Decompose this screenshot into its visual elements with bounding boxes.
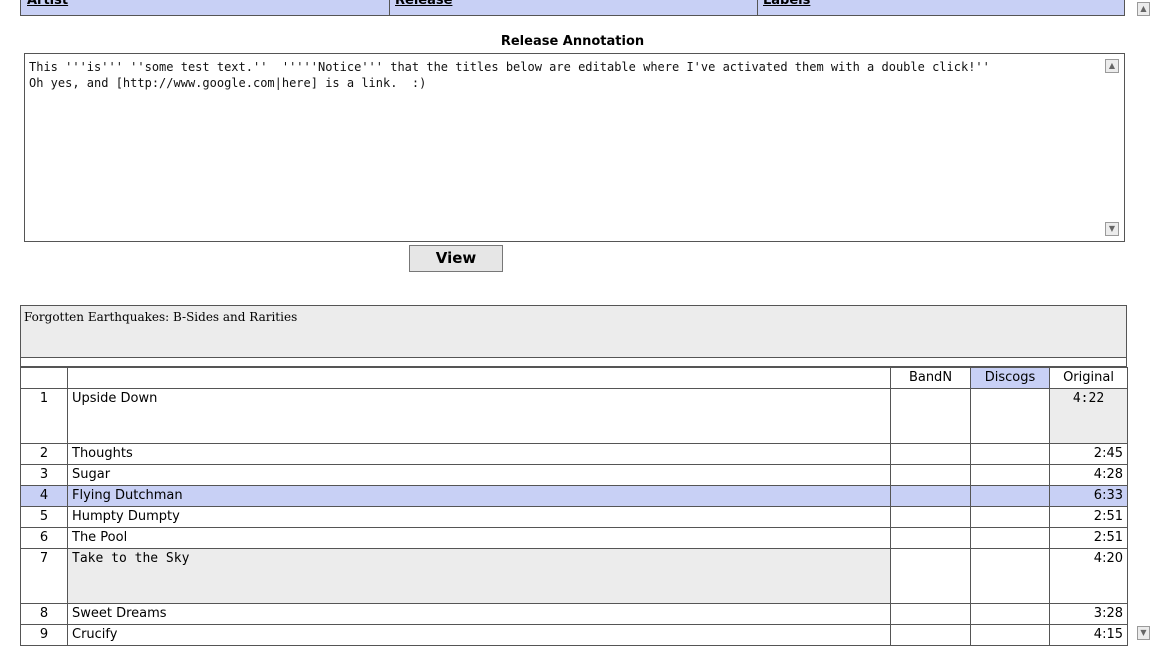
table-row[interactable]: 1 Upside Down 4:22 [20, 388, 1128, 444]
track-length[interactable]: 4:15 [1049, 624, 1128, 646]
table-header-row: BandN Discogs Original [20, 367, 1128, 389]
track-title[interactable]: Upside Down [67, 388, 891, 444]
table-row-selected[interactable]: 4 Flying Dutchman 6:33 [20, 485, 1128, 507]
scroll-down-icon[interactable]: ▼ [1105, 222, 1119, 236]
table-row[interactable]: 3 Sugar 4:28 [20, 464, 1128, 486]
track-title[interactable]: Thoughts [67, 443, 891, 465]
col-original[interactable]: Original [1049, 367, 1128, 389]
discogs-cell [970, 485, 1050, 507]
table-row[interactable]: 9 Crucify 4:15 [20, 624, 1128, 646]
discogs-cell [970, 388, 1050, 444]
table-row[interactable]: 7 Take to the Sky 4:20 [20, 548, 1128, 604]
annotation-textarea[interactable]: This '''is''' ''some test text.'' '''''N… [24, 53, 1125, 242]
bandn-cell [890, 548, 971, 604]
bandn-cell [890, 464, 971, 486]
track-number: 7 [20, 548, 68, 604]
table-row[interactable]: 6 The Pool 2:51 [20, 527, 1128, 549]
annotation-text[interactable]: This '''is''' ''some test text.'' '''''N… [29, 59, 1099, 91]
tab-divider [389, 0, 390, 15]
release-title-box[interactable]: Forgotten Earthquakes: B-Sides and Rarit… [20, 305, 1127, 358]
col-discogs[interactable]: Discogs [970, 367, 1050, 389]
bandn-cell [890, 485, 971, 507]
scroll-up-icon[interactable]: ▲ [1105, 59, 1119, 73]
bandn-cell [890, 443, 971, 465]
track-length[interactable]: 2:51 [1049, 527, 1128, 549]
annotation-scrollbar[interactable]: ▲ ▼ [1105, 57, 1121, 238]
bandn-cell [890, 527, 971, 549]
table-row[interactable]: 2 Thoughts 2:45 [20, 443, 1128, 465]
tracklist-table: BandN Discogs Original 1 Upside Down 4:2… [20, 367, 1128, 646]
bandn-cell [890, 388, 971, 444]
discogs-cell [970, 603, 1050, 625]
track-number: 5 [20, 506, 68, 528]
view-button[interactable]: View [409, 245, 503, 272]
discogs-cell [970, 464, 1050, 486]
col-number [20, 367, 68, 389]
table-row[interactable]: 5 Humpty Dumpty 2:51 [20, 506, 1128, 528]
track-number: 3 [20, 464, 68, 486]
col-bandn[interactable]: BandN [890, 367, 971, 389]
track-title[interactable]: The Pool [67, 527, 891, 549]
track-length[interactable]: 2:45 [1049, 443, 1128, 465]
track-number: 6 [20, 527, 68, 549]
track-length[interactable]: 3:28 [1049, 603, 1128, 625]
header-tabs: Artist Release Labels [20, 0, 1125, 16]
scroll-down-icon[interactable]: ▼ [1137, 626, 1150, 640]
track-length[interactable]: 6:33 [1049, 485, 1128, 507]
col-title [67, 367, 891, 389]
release-title[interactable]: Forgotten Earthquakes: B-Sides and Rarit… [24, 310, 297, 324]
track-length[interactable]: 2:51 [1049, 506, 1128, 528]
bandn-cell [890, 624, 971, 646]
tab-artist[interactable]: Artist [27, 0, 68, 15]
bandn-cell [890, 603, 971, 625]
bandn-cell [890, 506, 971, 528]
track-title[interactable]: Sugar [67, 464, 891, 486]
track-title[interactable]: Sweet Dreams [67, 603, 891, 625]
section-divider [20, 358, 1127, 367]
track-number: 4 [20, 485, 68, 507]
discogs-cell [970, 624, 1050, 646]
track-title[interactable]: Humpty Dumpty [67, 506, 891, 528]
discogs-cell [970, 548, 1050, 604]
track-length[interactable]: 4:28 [1049, 464, 1128, 486]
discogs-cell [970, 527, 1050, 549]
track-number: 2 [20, 443, 68, 465]
annotation-heading: Release Annotation [500, 34, 645, 49]
table-row[interactable]: 8 Sweet Dreams 3:28 [20, 603, 1128, 625]
track-number: 8 [20, 603, 68, 625]
page-scrollbar[interactable]: ▲ ▼ [1135, 0, 1152, 642]
track-title-editable[interactable]: Take to the Sky [67, 548, 891, 604]
scroll-up-icon[interactable]: ▲ [1137, 2, 1150, 16]
tab-release[interactable]: Release [395, 0, 452, 15]
discogs-cell [970, 443, 1050, 465]
track-number: 1 [20, 388, 68, 444]
track-length[interactable]: 4:20 [1049, 548, 1128, 604]
track-length-editable[interactable]: 4:22 [1049, 388, 1128, 444]
track-title[interactable]: Flying Dutchman [67, 485, 891, 507]
tab-labels[interactable]: Labels [763, 0, 810, 15]
track-number: 9 [20, 624, 68, 646]
track-title[interactable]: Crucify [67, 624, 891, 646]
discogs-cell [970, 506, 1050, 528]
tab-divider [757, 0, 758, 15]
